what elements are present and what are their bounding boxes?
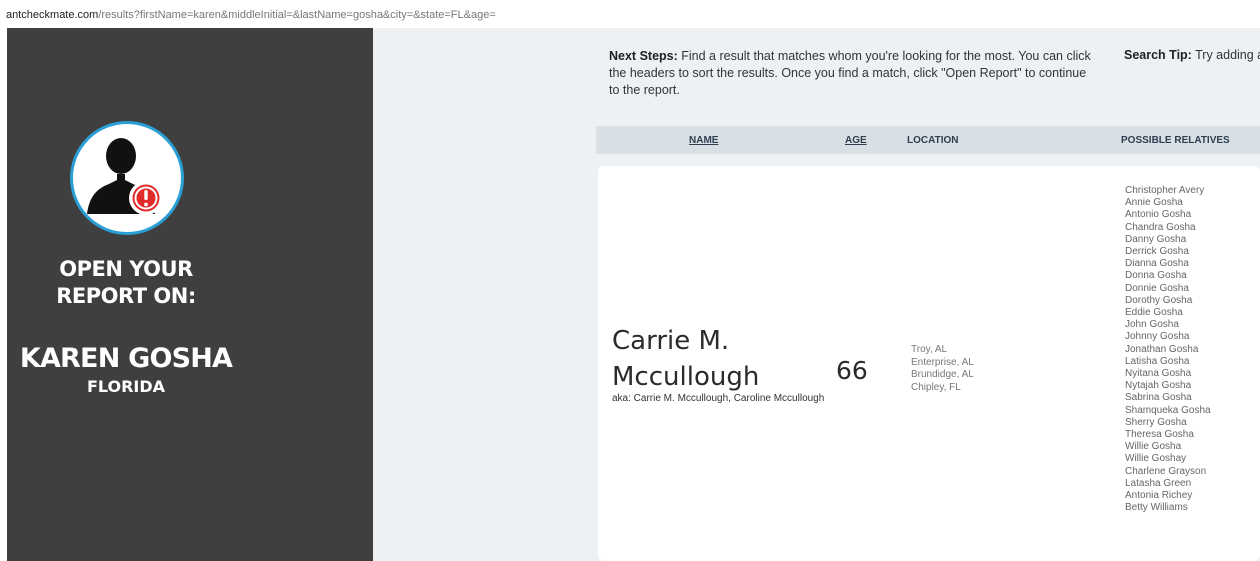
results-panel: Next Steps: Find a result that matches w… [373, 28, 1260, 561]
search-tip-label: Search Tip: [1124, 48, 1192, 62]
relative-item: Willie Goshay [1125, 453, 1187, 465]
result-name-line2: Mccullough [612, 362, 760, 392]
relative-item: Donnie Gosha [1125, 282, 1189, 294]
report-sidebar: OPEN YOUR REPORT ON: KAREN GOSHA FLORIDA [7, 28, 373, 561]
results-table-header: NAME AGE LOCATION POSSIBLE RELATIVES [596, 126, 1260, 154]
search-tip-text: Search Tip: Try adding a r [1124, 48, 1260, 62]
relative-item: Charlene Grayson [1125, 465, 1207, 477]
relative-item: Jonathan Gosha [1125, 343, 1199, 355]
url-bar[interactable]: antcheckmate.com/results?firstName=karen… [0, 0, 1260, 28]
result-name-line1: Carrie M. [612, 326, 730, 356]
relative-item: Dorothy Gosha [1125, 294, 1193, 306]
relative-item: Donna Gosha [1125, 270, 1187, 282]
result-locations: Troy, AL Enterprise, AL Brundidge, AL Ch… [911, 344, 974, 394]
location-item: Enterprise, AL [911, 356, 974, 368]
relative-item: Willie Gosha [1125, 441, 1182, 453]
relative-item: Sabrina Gosha [1125, 392, 1192, 404]
location-item: Brundidge, AL [911, 369, 974, 380]
location-item: Troy, AL [911, 344, 948, 355]
result-aka: aka: Carrie M. Mccullough, Caroline Mccu… [612, 393, 825, 404]
relative-item: Dianna Gosha [1125, 258, 1189, 270]
next-steps-body: Find a result that matches whom you're l… [609, 49, 1091, 97]
open-report-label-2: REPORT ON: [56, 284, 196, 308]
next-steps-label: Next Steps: [609, 49, 678, 63]
result-age: 66 [836, 356, 868, 385]
next-steps-text: Next Steps: Find a result that matches w… [609, 48, 1094, 99]
search-name: KAREN GOSHA [19, 343, 233, 374]
relative-item: Latasha Green [1125, 477, 1192, 489]
relative-item: Danny Gosha [1125, 233, 1187, 245]
relative-item: Johnny Gosha [1125, 331, 1190, 343]
relative-item: Nyitana Gosha [1125, 368, 1192, 380]
relative-item: Latisha Gosha [1125, 355, 1190, 367]
search-state: FLORIDA [86, 377, 166, 396]
relative-item: Antonio Gosha [1125, 209, 1192, 221]
result-card[interactable]: Carrie M. Mccullough aka: Carrie M. Mccu… [598, 166, 1260, 561]
avatar [70, 121, 184, 235]
sort-by-age-header[interactable]: AGE [845, 135, 867, 146]
result-name: Carrie M. Mccullough [612, 323, 832, 395]
relative-item: Nytajah Gosha [1125, 380, 1192, 392]
relative-item: Shamqueka Gosha [1125, 404, 1211, 416]
relative-item: Theresa Gosha [1125, 429, 1194, 441]
relative-item: Derrick Gosha [1125, 246, 1189, 258]
relative-item: Antonia Richey [1125, 490, 1193, 502]
relative-item: John Gosha [1125, 319, 1179, 331]
location-item: Chipley, FL [911, 381, 961, 393]
location-header: LOCATION [907, 135, 959, 146]
person-silhouette-icon [87, 138, 163, 215]
relative-item: Betty Williams [1125, 502, 1188, 514]
sort-by-name-header[interactable]: NAME [689, 135, 718, 146]
result-relatives: Christopher Avery Annie Gosha Antonio Gosh… [1125, 185, 1211, 514]
url-domain: antcheckmate.com [6, 9, 99, 21]
relative-item: Annie Gosha [1125, 197, 1183, 209]
relative-item: Chandra Gosha [1125, 221, 1196, 233]
exclamation-badge-icon [129, 181, 163, 215]
url-path: /results?firstName=karen&middleInitial=&… [98, 9, 496, 21]
relatives-header: POSSIBLE RELATIVES [1121, 135, 1230, 146]
open-report-label: OPEN YOUR [59, 257, 193, 281]
relative-item: Eddie Gosha [1125, 307, 1183, 319]
relative-item: Christopher Avery [1125, 185, 1205, 196]
search-tip-body: Try adding a r [1195, 48, 1260, 62]
relative-item: Sherry Gosha [1125, 416, 1187, 428]
